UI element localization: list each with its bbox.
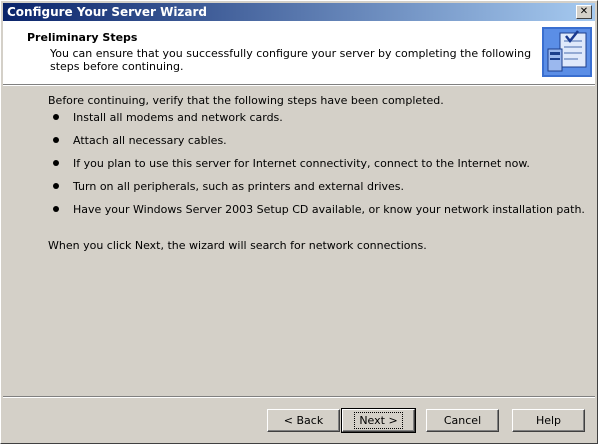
next-button-label: Next > [354,412,403,429]
list-item: Have your Windows Server 2003 Setup CD a… [53,203,585,226]
cancel-button-label: Cancel [443,414,482,427]
wizard-window: Configure Your Server Wizard ✕ Prelimina… [0,0,598,444]
footer-divider [3,396,595,398]
bullet-icon [53,183,59,189]
list-item: Attach all necessary cables. [53,134,585,157]
steps-list: Install all modems and network cards. At… [53,111,585,226]
intro-text: Before continuing, verify that the follo… [48,94,444,107]
wizard-header: Preliminary Steps You can ensure that yo… [3,21,595,84]
bullet-icon [53,160,59,166]
title-bar[interactable]: Configure Your Server Wizard ✕ [3,3,595,21]
step-text: Attach all necessary cables. [73,134,227,147]
step-text: Turn on all peripherals, such as printer… [73,180,405,193]
next-button[interactable]: Next > [341,408,416,433]
step-text: Install all modems and network cards. [73,111,283,124]
list-item: Turn on all peripherals, such as printer… [53,180,585,203]
bullet-icon [53,114,59,120]
step-text: Have your Windows Server 2003 Setup CD a… [73,203,585,216]
help-button[interactable]: Help [512,409,585,432]
list-item: Install all modems and network cards. [53,111,585,134]
header-divider [3,84,595,86]
outro-text: When you click Next, the wizard will sea… [48,239,427,252]
wizard-checklist-icon [542,27,592,77]
list-item: If you plan to use this server for Inter… [53,157,585,180]
close-icon: ✕ [579,6,589,17]
page-title: Preliminary Steps [27,31,138,44]
close-button[interactable]: ✕ [576,5,592,19]
bullet-icon [53,137,59,143]
window-title: Configure Your Server Wizard [7,5,208,19]
bullet-icon [53,206,59,212]
cancel-button[interactable]: Cancel [426,409,499,432]
step-text: If you plan to use this server for Inter… [73,157,530,170]
back-button-label: < Back [283,414,324,427]
back-button[interactable]: < Back [267,409,340,432]
help-button-label: Help [535,414,562,427]
page-description: You can ensure that you successfully con… [50,47,532,73]
